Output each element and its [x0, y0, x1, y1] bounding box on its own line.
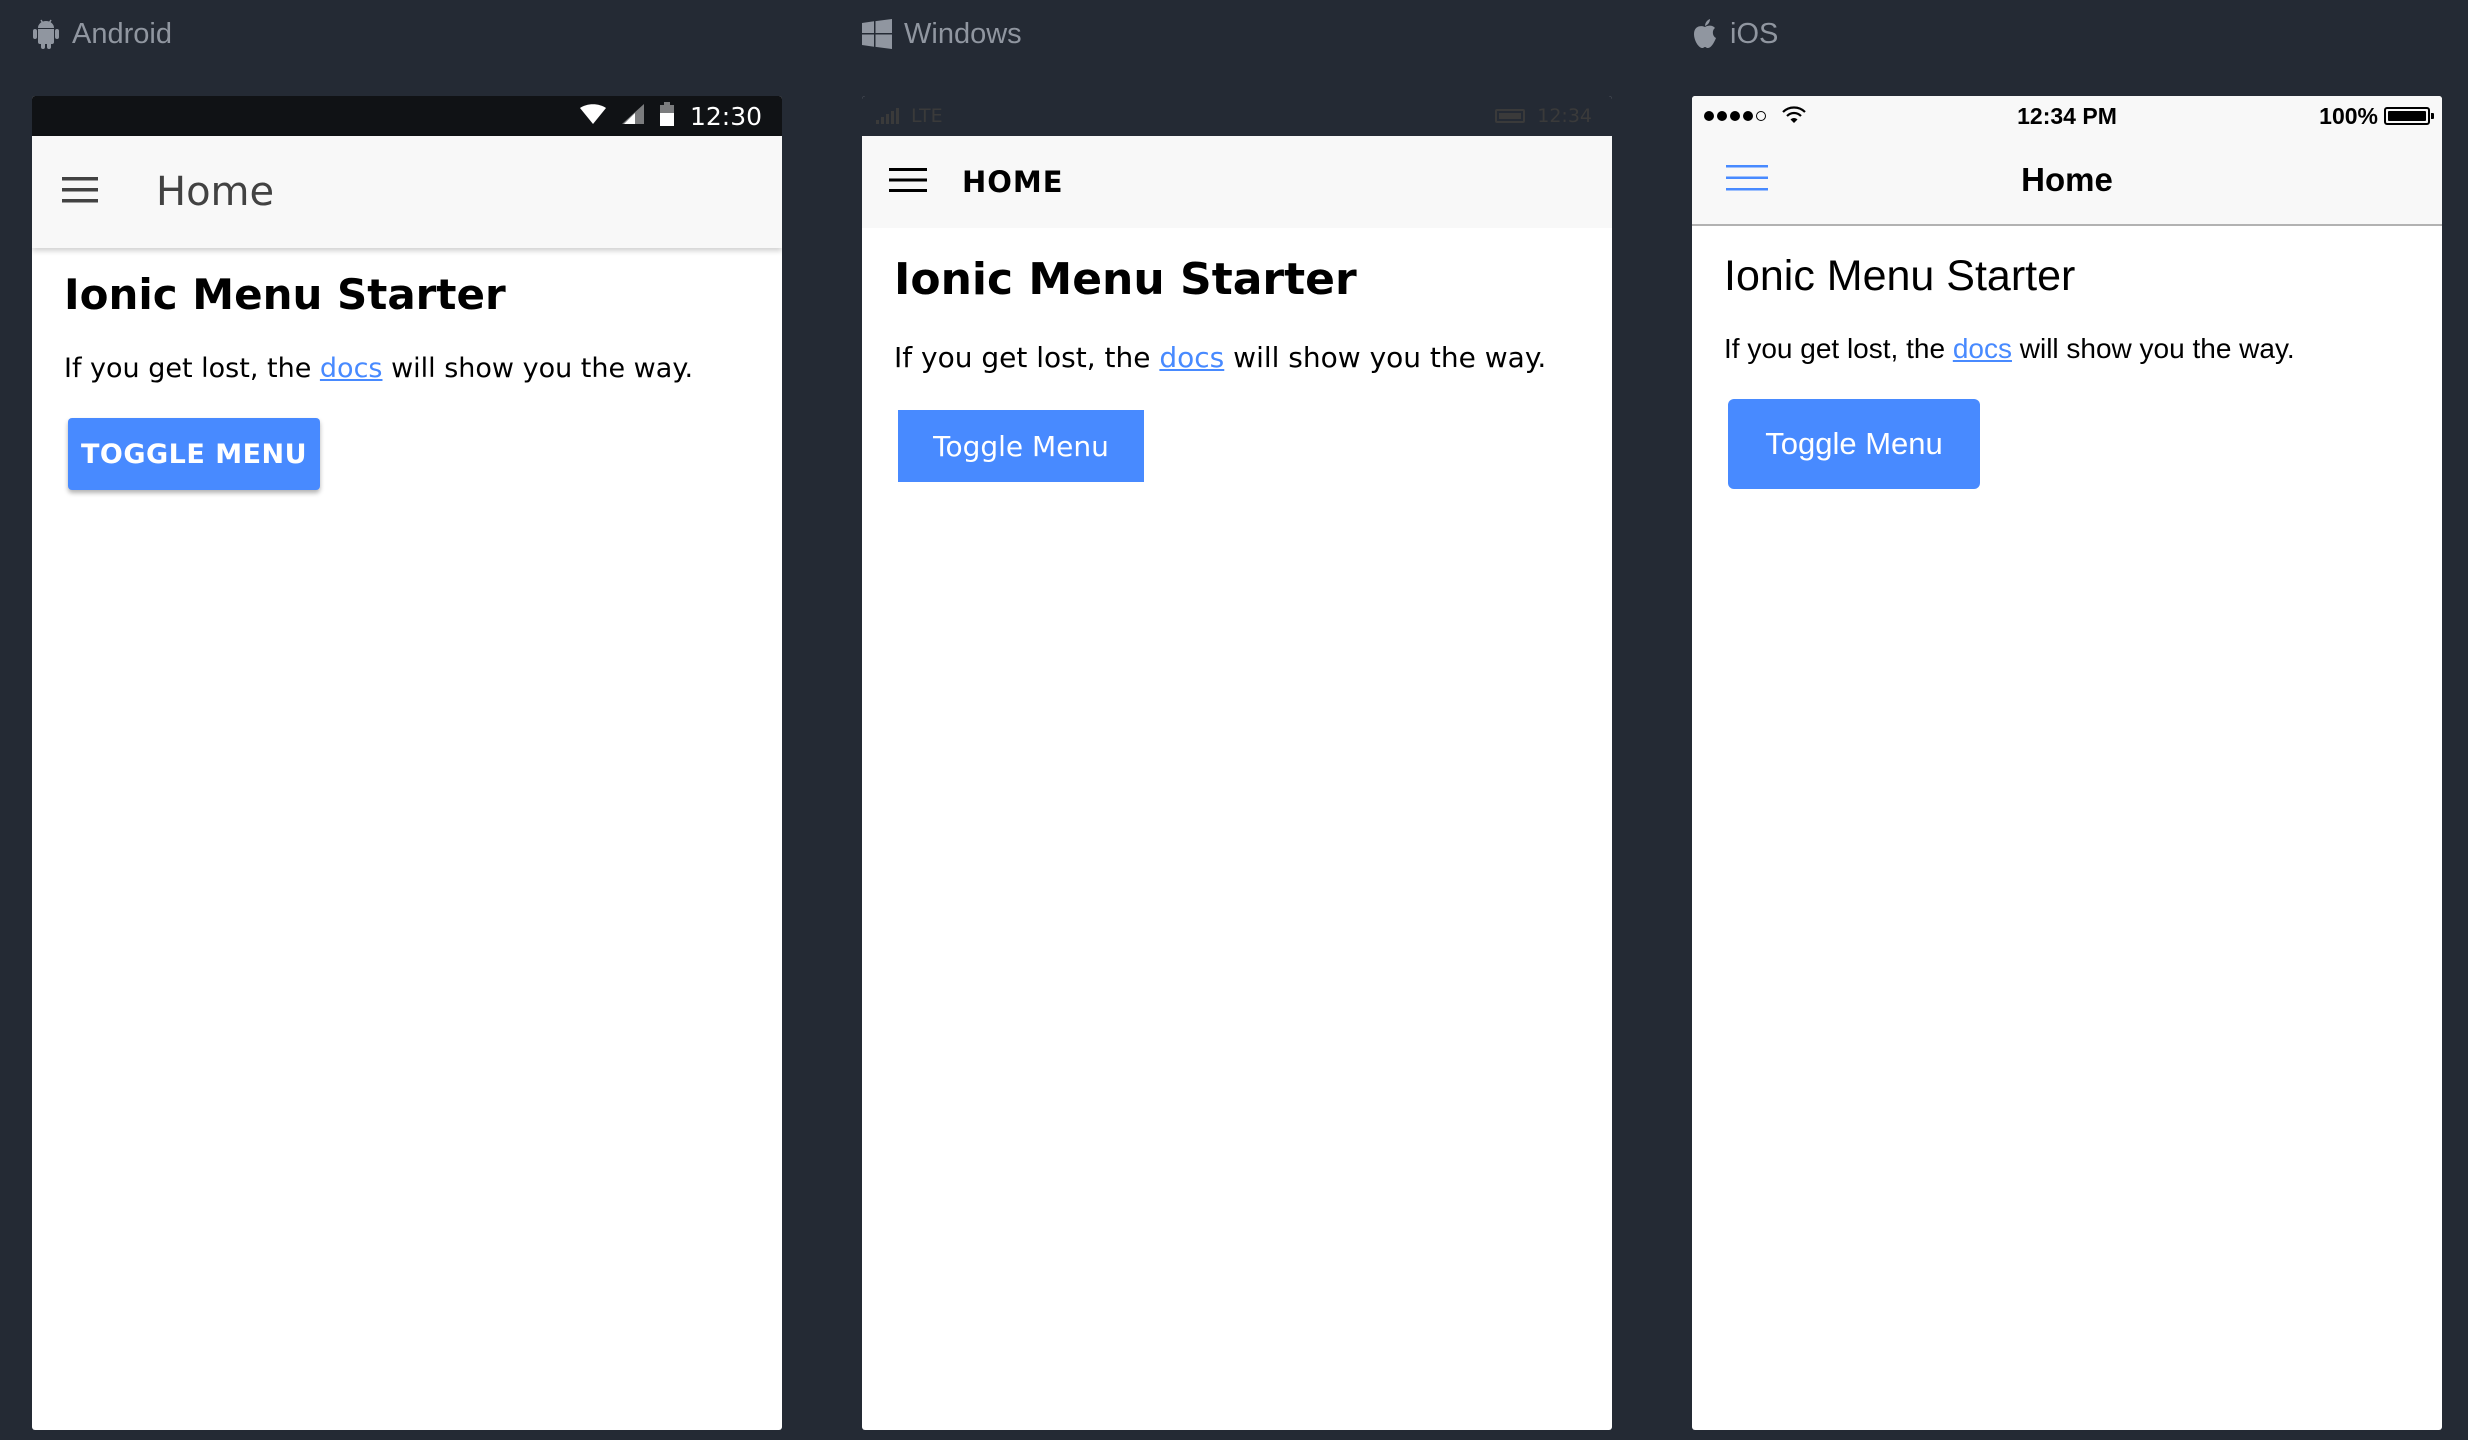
paragraph-text-after: will show you the way.: [1224, 341, 1547, 374]
platform-label-text: Windows: [904, 17, 1022, 50]
toolbar: HOME: [862, 136, 1612, 228]
paragraph-text-before: If you get lost, the: [894, 341, 1160, 374]
status-bar: 12:34 PM 100%: [1692, 96, 2442, 136]
toggle-menu-button[interactable]: TOGGLE MENU: [68, 418, 320, 490]
paragraph-text-after: will show you the way.: [382, 353, 694, 384]
ios-device-frame: 12:34 PM 100% Home Ionic Menu Starter If…: [1692, 96, 2442, 1430]
wifi-icon: [579, 103, 606, 129]
battery-percentage: 100%: [2319, 102, 2378, 129]
page-title: Home: [156, 169, 275, 215]
menu-button[interactable]: [1712, 136, 1782, 224]
android-icon: [32, 19, 60, 49]
content-paragraph: If you get lost, the docs will show you …: [64, 353, 750, 384]
page-content: Ionic Menu Starter If you get lost, the …: [862, 228, 1612, 508]
windows-logo-icon: [862, 19, 892, 49]
docs-link[interactable]: docs: [1159, 341, 1224, 374]
page-title: HOME: [962, 165, 1064, 199]
platform-label-text: iOS: [1730, 17, 1779, 50]
docs-link[interactable]: docs: [320, 353, 383, 384]
toolbar: Home: [32, 136, 782, 248]
battery-icon: [1495, 109, 1526, 123]
page-title: Home: [2021, 161, 2113, 198]
paragraph-text-before: If you get lost, the: [64, 353, 320, 384]
network-type: LTE: [911, 105, 943, 127]
cell-signal-icon: [621, 103, 644, 129]
toggle-menu-button[interactable]: Toggle Menu: [898, 410, 1144, 482]
battery-icon: [659, 101, 674, 131]
wifi-icon: [1782, 103, 1806, 130]
platform-label-text: Android: [72, 17, 172, 50]
platform-label-android: Android: [32, 14, 172, 54]
platform-label-ios: iOS: [1692, 14, 1778, 54]
content-heading: Ionic Menu Starter: [1724, 252, 2076, 300]
page-content: Ionic Menu Starter If you get lost, the …: [1692, 226, 2442, 515]
status-bar: LTE 12:34: [862, 96, 1612, 136]
toolbar: Home: [1692, 136, 2442, 226]
toggle-menu-button[interactable]: Toggle Menu: [1728, 399, 1980, 489]
android-device-frame: 12:30 Home Ionic Menu Starter If you get…: [32, 96, 782, 1430]
signal-dots-icon: [1704, 111, 1766, 121]
content-heading: Ionic Menu Starter: [894, 254, 1357, 305]
windows-device-frame: LTE 12:34 HOME Ionic Menu Starter If you…: [862, 96, 1612, 1430]
docs-link[interactable]: docs: [1953, 333, 2012, 364]
page-content: Ionic Menu Starter If you get lost, the …: [32, 248, 782, 512]
status-bar: 12:30: [32, 96, 782, 136]
menu-button[interactable]: [866, 136, 950, 228]
status-time: 12:30: [689, 101, 762, 131]
hamburger-menu-icon: [889, 167, 927, 197]
status-time: 12:34: [1537, 105, 1592, 127]
paragraph-text-before: If you get lost, the: [1724, 333, 1953, 364]
hamburger-menu-icon: [1726, 164, 1768, 196]
apple-logo-icon: [1692, 19, 1718, 49]
paragraph-text-after: will show you the way.: [2011, 333, 2295, 364]
content-paragraph: If you get lost, the docs will show you …: [1724, 333, 2410, 365]
menu-button[interactable]: [34, 136, 126, 248]
platform-label-windows: Windows: [862, 14, 1022, 54]
content-heading: Ionic Menu Starter: [64, 270, 506, 319]
battery-icon: [2384, 107, 2434, 125]
content-paragraph: If you get lost, the docs will show you …: [894, 341, 1580, 374]
hamburger-menu-icon: [62, 176, 98, 208]
cell-signal-icon: [876, 108, 899, 124]
